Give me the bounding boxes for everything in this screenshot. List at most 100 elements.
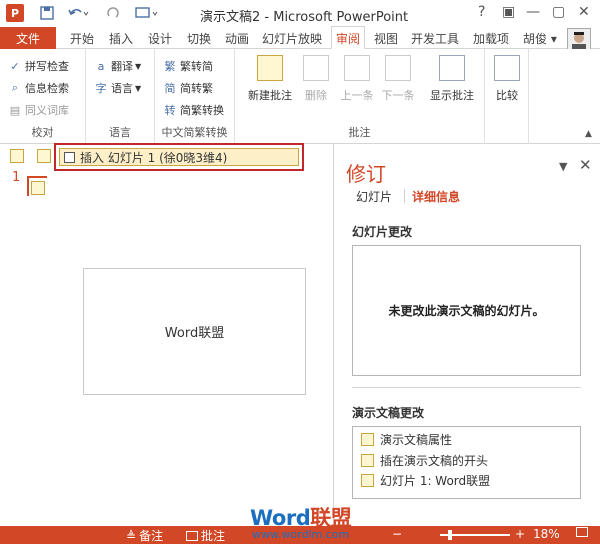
language-icon: 字 (95, 82, 107, 95)
list-item[interactable]: 演示文稿属性 (361, 431, 452, 447)
redo-icon[interactable] (104, 4, 122, 22)
tab-design[interactable]: 设计 (148, 30, 172, 47)
tab-developer[interactable]: 开发工具 (411, 30, 459, 47)
close-icon[interactable]: ✕ (579, 156, 592, 174)
slide-changes-message: 未更改此演示文稿的幻灯片。 (388, 304, 545, 318)
change-marker-callout[interactable]: 插入 幻灯片 1 (徐0晓3维4) (54, 143, 304, 171)
tab-add-ins[interactable]: 加载项 (473, 30, 509, 47)
chinese-conversion-label: 简繁转换 (180, 104, 224, 117)
watermark-brand-b: 联盟 (310, 506, 352, 530)
compare-button[interactable]: 比较 (491, 55, 523, 103)
change-marker-item[interactable]: 插入 幻灯片 1 (徐0晓3维4) (59, 148, 299, 166)
notes-icon: ≜ (126, 528, 137, 543)
presentation-changes-list: 演示文稿属性 插在演示文稿的开头 幻灯片 1: Word联盟 (352, 426, 581, 499)
slide-canvas: Word联盟 (55, 144, 333, 526)
help-icon[interactable]: ? (478, 4, 485, 20)
tab-transitions[interactable]: 切换 (187, 30, 211, 47)
simplified-to-traditional-label: 简转繁 (180, 82, 213, 95)
start-presentation-icon[interactable] (132, 4, 160, 22)
list-item-label: 幻灯片 1: Word联盟 (380, 473, 491, 488)
comments-icon (186, 530, 198, 541)
previous-comment-button[interactable]: 上一条 (339, 55, 375, 103)
list-item[interactable]: 插在演示文稿的开头 (361, 452, 488, 468)
group-caption-comments: 批注 (348, 126, 371, 139)
group-caption-chinese-conversion: 中文简繁转换 (161, 126, 228, 139)
show-comments-label: 显示批注 (430, 89, 474, 102)
tab-insert[interactable]: 插入 (109, 30, 133, 47)
revision-note-icon (361, 473, 374, 487)
show-comments-icon (439, 55, 465, 81)
next-comment-button[interactable]: 下一条 (380, 55, 416, 103)
save-icon[interactable] (38, 4, 56, 22)
minimize-icon[interactable]: — (526, 4, 540, 20)
list-item[interactable]: 幻灯片 1: Word联盟 (361, 472, 490, 488)
simplified-to-traditional-icon: 简 (164, 82, 176, 95)
powerpoint-logo-icon[interactable]: P (6, 4, 24, 22)
next-arrow-icon (385, 55, 411, 81)
research-label: 信息检索 (25, 82, 69, 95)
zoom-out-icon[interactable]: − (392, 527, 402, 541)
zoom-slider-thumb[interactable] (448, 530, 452, 540)
show-comments-button[interactable]: 显示批注 (427, 55, 477, 103)
tab-view[interactable]: 视图 (374, 30, 398, 47)
watermark-brand-a: Word (250, 506, 311, 530)
zoom-level[interactable]: 18% (533, 527, 560, 541)
chevron-down-icon: ▼ (135, 83, 142, 93)
ribbon: ✓ 拼写检查 ⌕ 信息检索 ▤ 同义词库 校对 a 翻译 ▼ 字 语言 ▼ 语言… (0, 49, 600, 144)
tab-details[interactable]: 详细信息 (412, 188, 460, 205)
tab-file[interactable]: 文件 (0, 27, 56, 49)
slide[interactable]: Word联盟 (83, 268, 306, 395)
undo-icon[interactable] (66, 4, 92, 22)
tab-slides[interactable]: 幻灯片 (356, 188, 392, 205)
thesaurus-label: 同义词库 (25, 104, 69, 117)
revisions-pane-title: 修订 (346, 162, 386, 186)
thumbnail-revision-marker-icon[interactable] (31, 181, 45, 195)
zoom-in-icon[interactable]: + (515, 527, 525, 541)
maximize-icon[interactable]: ▢ (552, 4, 565, 20)
watermark-logo: Word联盟 www.wordlm.com (250, 502, 352, 541)
revision-marker-icon[interactable] (10, 149, 24, 163)
research-button[interactable]: ⌕ 信息检索 (8, 79, 69, 97)
compare-icon (494, 55, 520, 81)
delete-comment-label: 删除 (305, 89, 327, 102)
comments-button[interactable]: 批注 (186, 527, 225, 544)
research-icon: ⌕ (11, 81, 19, 94)
chinese-conversion-icon: 转 (164, 104, 176, 117)
chinese-conversion-button[interactable]: 转 简繁转换 (163, 101, 225, 119)
group-caption-language: 语言 (109, 126, 131, 139)
user-account[interactable]: 胡俊 ▾ (523, 30, 557, 47)
ribbon-tabs: 文件 开始 插入 设计 切换 动画 幻灯片放映 审阅 视图 开发工具 加载项 胡… (0, 26, 600, 52)
spell-check-button[interactable]: ✓ 拼写检查 (8, 57, 69, 75)
tab-review[interactable]: 审阅 (331, 26, 366, 49)
pane-options-icon[interactable]: ▼ (559, 160, 567, 173)
group-language: a 翻译 ▼ 字 语言 ▼ 语言 (86, 49, 155, 144)
revision-marker-icon[interactable] (37, 149, 51, 163)
thesaurus-button[interactable]: ▤ 同义词库 (8, 101, 69, 119)
traditional-to-simplified-icon: 繁 (164, 60, 176, 73)
translate-button[interactable]: a 翻译 ▼ (94, 57, 142, 75)
watermark-url: www.wordlm.com (251, 528, 350, 541)
language-button[interactable]: 字 语言 ▼ (94, 79, 142, 97)
close-window-icon[interactable]: ✕ (578, 4, 590, 20)
fit-slide-icon[interactable] (576, 527, 588, 537)
new-comment-button[interactable]: 新建批注 (245, 55, 295, 103)
language-label: 语言 (111, 82, 133, 95)
translate-icon: a (97, 59, 105, 73)
ribbon-display-options-icon[interactable]: ▣ (502, 4, 515, 20)
traditional-to-simplified-label: 繁转简 (180, 60, 213, 73)
simplified-to-traditional-button[interactable]: 简 简转繁 (163, 79, 214, 97)
accept-change-checkbox[interactable] (64, 151, 75, 163)
slide-changes-header: 幻灯片更改 (352, 225, 413, 239)
collapse-ribbon-icon[interactable]: ▲ (585, 129, 592, 139)
tab-home[interactable]: 开始 (70, 30, 94, 47)
spell-check-label: 拼写检查 (25, 60, 69, 73)
tab-animations[interactable]: 动画 (225, 30, 249, 47)
tab-slide-show[interactable]: 幻灯片放映 (262, 30, 322, 47)
traditional-to-simplified-button[interactable]: 繁 繁转简 (163, 57, 214, 75)
slide-text: Word联盟 (164, 326, 225, 341)
previous-comment-label: 上一条 (340, 89, 374, 102)
previous-arrow-icon (344, 55, 370, 81)
notes-button[interactable]: ≜ 备注 (126, 527, 163, 544)
presentation-changes-header: 演示文稿更改 (352, 406, 425, 420)
delete-comment-button[interactable]: 删除 (301, 55, 331, 103)
